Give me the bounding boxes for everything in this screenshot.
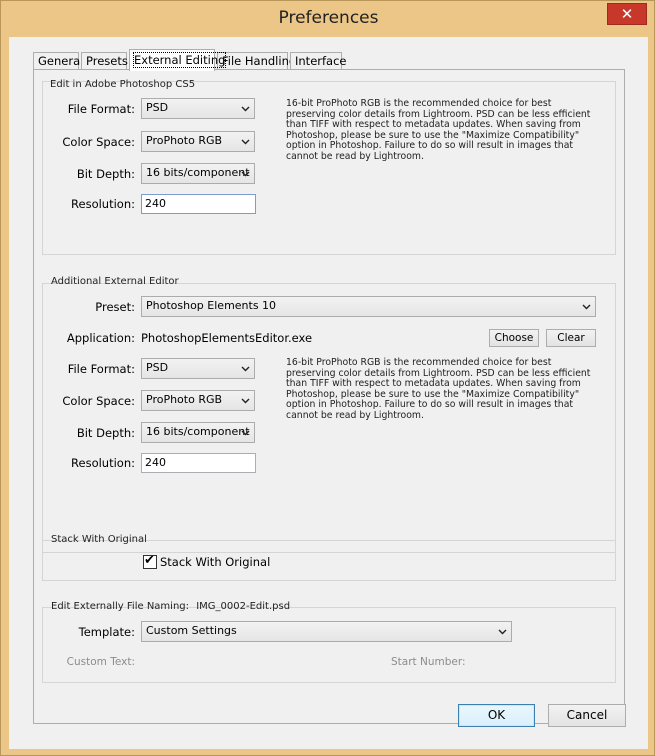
- preferences-window: Preferences ✕ General Presets External E…: [0, 0, 655, 756]
- chevron-down-icon: [498, 629, 507, 635]
- color-space-label: Color Space:: [62, 394, 135, 408]
- stack-with-original-label[interactable]: Stack With Original: [160, 555, 270, 569]
- dialog-client-area: General Presets External Editing File Ha…: [9, 37, 648, 749]
- template-value: Custom Settings: [146, 624, 237, 637]
- preset-value: Photoshop Elements 10: [146, 299, 277, 312]
- resolution-label: Resolution:: [71, 456, 135, 470]
- chevron-down-icon: [241, 366, 250, 372]
- application-label: Application:: [66, 331, 135, 345]
- tab-presets[interactable]: Presets: [81, 52, 128, 70]
- color-space-value: ProPhoto RGB: [146, 393, 223, 406]
- color-space-select[interactable]: ProPhoto RGB: [141, 131, 255, 152]
- tab-general[interactable]: General: [33, 52, 83, 70]
- additional-color-space-select[interactable]: ProPhoto RGB: [141, 390, 255, 411]
- close-icon: ✕: [620, 5, 634, 23]
- stack-group: [42, 540, 616, 581]
- stack-group-title: Stack With Original: [51, 534, 147, 545]
- stack-with-original-checkbox[interactable]: ✔: [143, 553, 157, 569]
- file-naming-example: IMG_0002-Edit.psd: [196, 601, 291, 612]
- chevron-down-icon: [582, 304, 591, 310]
- bit-depth-select[interactable]: 16 bits/component: [141, 163, 255, 184]
- window-title: Preferences: [278, 8, 379, 28]
- additional-resolution-input[interactable]: 240: [141, 453, 256, 473]
- bit-depth-value: 16 bits/component: [146, 425, 250, 438]
- chevron-down-icon: [241, 398, 250, 404]
- preset-select[interactable]: Photoshop Elements 10: [141, 296, 596, 317]
- file-format-value: PSD: [146, 361, 169, 374]
- file-format-value: PSD: [146, 101, 169, 114]
- start-number-label: Start Number:: [391, 656, 466, 668]
- chevron-down-icon: [241, 106, 250, 112]
- color-space-value: ProPhoto RGB: [146, 134, 223, 147]
- preset-label: Preset:: [95, 300, 135, 314]
- file-format-label: File Format:: [67, 102, 135, 116]
- color-space-label: Color Space:: [62, 135, 135, 149]
- additional-bit-depth-select[interactable]: 16 bits/component: [141, 422, 255, 443]
- chevron-down-icon: [241, 171, 250, 177]
- photoshop-recommendation-text: 16-bit ProPhoto RGB is the recommended c…: [286, 98, 591, 162]
- bit-depth-label: Bit Depth:: [76, 426, 135, 440]
- additional-file-format-select[interactable]: PSD: [141, 358, 255, 379]
- template-label: Template:: [78, 625, 135, 639]
- bit-depth-value: 16 bits/component: [146, 166, 250, 179]
- additional-editor-group-title: Additional External Editor: [51, 276, 179, 287]
- tab-file-handling[interactable]: File Handling: [217, 52, 296, 70]
- edit-in-photoshop-group-title: Edit in Adobe Photoshop CS5: [50, 79, 196, 90]
- file-format-label: File Format:: [67, 362, 135, 376]
- close-button[interactable]: ✕: [607, 3, 647, 25]
- file-format-select[interactable]: PSD: [141, 98, 255, 119]
- file-naming-group: [42, 607, 616, 683]
- chevron-down-icon: [241, 430, 250, 436]
- tab-external-editing[interactable]: External Editing: [129, 49, 227, 71]
- file-naming-group-title: Edit Externally File Naming: IMG_0002-Ed…: [51, 601, 290, 612]
- title-bar[interactable]: Preferences ✕: [1, 1, 654, 38]
- resolution-label: Resolution:: [71, 197, 135, 211]
- file-naming-title-label: Edit Externally File Naming:: [51, 601, 190, 612]
- ok-button[interactable]: OK: [458, 704, 535, 727]
- template-select[interactable]: Custom Settings: [141, 621, 512, 642]
- bit-depth-label: Bit Depth:: [76, 167, 135, 181]
- application-path: PhotoshopElementsEditor.exe: [141, 331, 313, 345]
- checkmark-icon: ✔: [144, 553, 155, 568]
- resolution-input[interactable]: 240: [141, 194, 256, 214]
- tab-external-editing-label: External Editing: [132, 52, 227, 68]
- clear-button[interactable]: Clear: [546, 329, 596, 347]
- choose-button[interactable]: Choose: [489, 329, 539, 347]
- additional-recommendation-text: 16-bit ProPhoto RGB is the recommended c…: [286, 357, 591, 421]
- custom-text-label: Custom Text:: [66, 656, 135, 668]
- tab-interface[interactable]: Interface: [290, 52, 347, 70]
- chevron-down-icon: [241, 139, 250, 145]
- cancel-button[interactable]: Cancel: [548, 704, 626, 727]
